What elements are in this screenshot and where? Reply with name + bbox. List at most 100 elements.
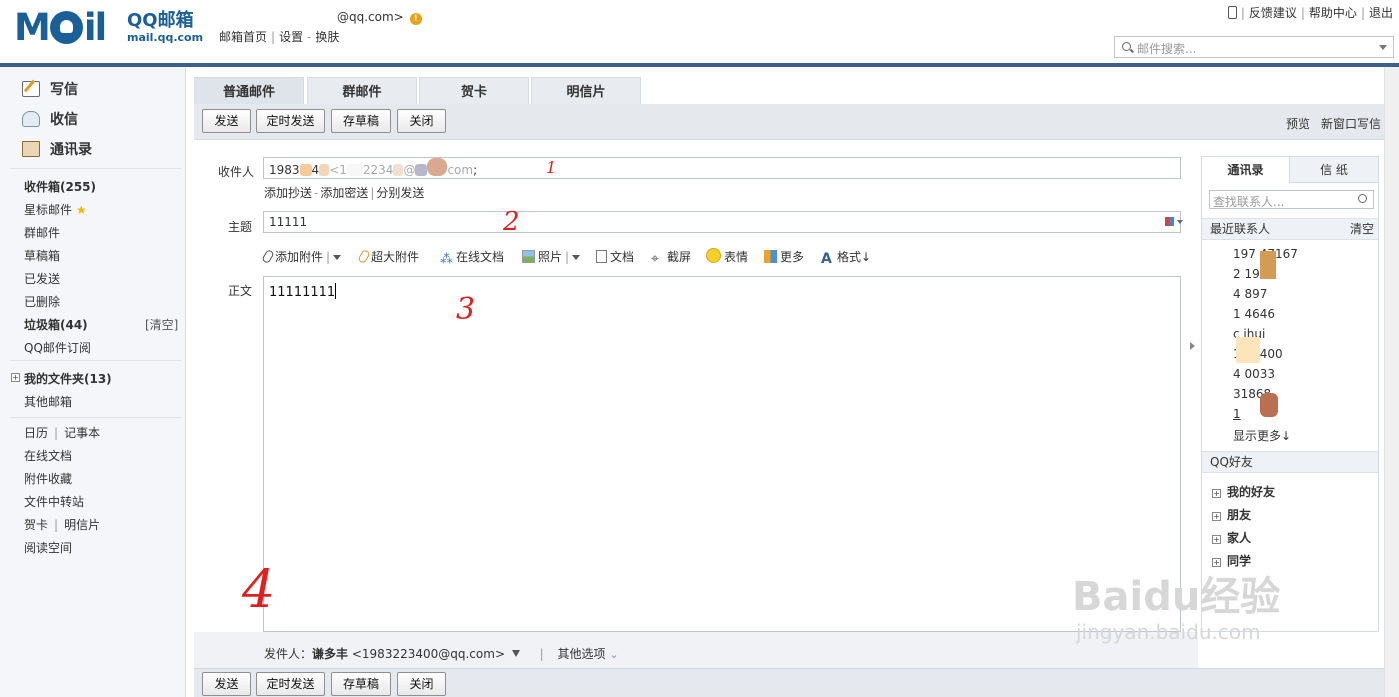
change-skin-link[interactable]: 换肤 (315, 30, 339, 44)
inbox-nav[interactable]: 收信 (22, 109, 78, 129)
sidebar-item-my-folders[interactable]: 我的文件夹(13) (24, 370, 112, 387)
save-draft-button[interactable]: 存草稿 (331, 109, 391, 133)
sidebar-item-drafts[interactable]: 草稿箱 (24, 247, 60, 264)
recipient-input[interactable]: 1983 4 <1 2234 @ com; (263, 157, 1181, 179)
sidebar-item-spam[interactable]: 垃圾箱(44) (24, 316, 88, 333)
document-label: 文档 (610, 250, 635, 264)
sender-dropdown-icon[interactable] (511, 650, 520, 657)
sidebar-item-subscriptions[interactable]: QQ邮件订阅 (24, 339, 91, 356)
baidu-jingyan-watermark: Baidu经验 jingyan.baidu.com (1072, 575, 1280, 645)
mail-search-input[interactable]: 邮件搜索... (1114, 36, 1394, 58)
emoji-button[interactable]: 表情 (706, 248, 748, 265)
greeting-card-link[interactable]: 贺卡 (24, 518, 48, 532)
mobile-phone-icon[interactable] (1227, 6, 1237, 19)
contact-item[interactable]: 4 0033 (1233, 367, 1275, 381)
clear-spam-link[interactable]: [清空] (145, 316, 178, 333)
recipient-part: <1 (329, 163, 347, 177)
send-button-bottom[interactable]: 发送 (202, 672, 251, 696)
account-email[interactable]: @qq.com> (337, 10, 404, 24)
screenshot-button[interactable]: ⌖ 截屏 (651, 248, 691, 266)
write-icon (22, 81, 40, 97)
search-dropdown-icon[interactable] (1379, 45, 1387, 50)
other-options-link[interactable]: 其他选项 (558, 647, 606, 661)
notebook-link[interactable]: 记事本 (64, 426, 100, 440)
new-window-compose-link[interactable]: 新窗口写信 (1321, 115, 1381, 132)
settings-link[interactable]: 设置 (279, 30, 303, 44)
separate-send-link[interactable]: 分别发送 (376, 186, 424, 200)
message-body-editor[interactable]: 11111111 (263, 276, 1181, 632)
contacts-nav[interactable]: 通讯录 (22, 139, 92, 159)
calendar-link[interactable]: 日历 (24, 426, 48, 440)
close-button-bottom[interactable]: 关闭 (397, 672, 446, 696)
blurred-block (427, 158, 448, 176)
contact-search-icon[interactable] (1358, 194, 1367, 203)
save-draft-button-bottom[interactable]: 存草稿 (331, 672, 391, 696)
document-button[interactable]: 文档 (596, 248, 634, 265)
attachment-dropdown-icon[interactable] (333, 255, 342, 260)
add-attachment-button[interactable]: 添加附件 | (261, 248, 342, 265)
tab-group-mail[interactable]: 群邮件 (307, 77, 417, 104)
warning-icon[interactable]: ! (409, 13, 422, 25)
feedback-link[interactable]: 反馈建议 (1249, 6, 1297, 20)
sidebar-item-deleted[interactable]: 已删除 (24, 293, 60, 310)
expand-options-icon[interactable]: ⌄ (609, 648, 618, 661)
contact-item[interactable]: 4 897 (1233, 287, 1267, 301)
show-more-contacts-link[interactable]: 显示更多↓ (1233, 427, 1291, 444)
header-divider (0, 63, 1399, 67)
group-family[interactable]: + 家人 (1212, 529, 1251, 546)
account-info: @qq.com>! (219, 10, 422, 25)
blurred-avatar (1236, 337, 1260, 363)
preview-link[interactable]: 预览 (1286, 115, 1310, 132)
subject-color-picker-icon[interactable] (1165, 217, 1183, 226)
group-classmates[interactable]: + 同学 (1212, 552, 1251, 569)
tab-greeting-card[interactable]: 贺卡 (419, 77, 529, 104)
photo-dropdown-icon[interactable] (572, 255, 581, 260)
sidebar-item-inbox[interactable]: 收件箱(255) (24, 178, 96, 195)
photo-button[interactable]: 照片 | (522, 248, 581, 265)
add-bcc-link[interactable]: 添加密送 (320, 186, 368, 200)
group-my-friends[interactable]: + 我的好友 (1212, 483, 1275, 500)
add-cc-link[interactable]: 添加抄送 (264, 186, 312, 200)
page-scrollbar[interactable] (1384, 67, 1399, 697)
close-button[interactable]: 关闭 (397, 109, 446, 133)
contact-item[interactable]: 1 4646 (1233, 307, 1275, 321)
postcard-link[interactable]: 明信片 (64, 518, 100, 532)
scheduled-send-button[interactable]: 定时发送 (256, 109, 325, 133)
tab-postcard[interactable]: 明信片 (531, 77, 641, 104)
contacts-label: 通讯录 (50, 142, 92, 158)
tab-normal-mail[interactable]: 普通邮件 (194, 77, 304, 104)
sidebar-item-group-mail[interactable]: 群邮件 (24, 224, 60, 241)
expand-folders-icon[interactable]: + (11, 373, 20, 382)
mailbox-home-link[interactable]: 邮箱首页 (219, 30, 267, 44)
recipient-part: @ (403, 163, 416, 177)
sidebar-item-starred[interactable]: 星标邮件 ★ (24, 201, 87, 218)
attachment-favorites-link[interactable]: 附件收藏 (24, 470, 72, 487)
smiley-icon (706, 248, 721, 263)
sender-email[interactable]: <1983223400@qq.com> (352, 647, 505, 661)
more-button[interactable]: 更多 (764, 248, 804, 265)
scheduled-send-button-bottom[interactable]: 定时发送 (256, 672, 325, 696)
clear-recent-link[interactable]: 清空 (1350, 219, 1374, 239)
send-button[interactable]: 发送 (202, 109, 251, 133)
blurred-avatar (1260, 251, 1276, 279)
group-friends[interactable]: + 朋友 (1212, 506, 1251, 523)
reading-space-link[interactable]: 阅读空间 (24, 539, 72, 556)
sidebar-divider (10, 417, 182, 418)
tab-stationery[interactable]: 信 纸 (1290, 157, 1378, 183)
help-center-link[interactable]: 帮助中心 (1309, 6, 1357, 20)
subject-input[interactable]: 11111 (263, 211, 1183, 233)
tab-contacts[interactable]: 通讯录 (1202, 157, 1290, 183)
contact-search-input[interactable]: 查找联系人... (1209, 190, 1374, 209)
logo-qq-mailbox: QQ邮箱 (127, 10, 194, 31)
sidebar-item-other-mailbox[interactable]: 其他邮箱 (24, 393, 72, 410)
collapse-panel-icon[interactable] (1190, 342, 1195, 350)
file-transfer-link[interactable]: 文件中转站 (24, 493, 84, 510)
format-button[interactable]: A 格式↓ (821, 248, 871, 266)
online-doc-button[interactable]: ⁂ 在线文档 (440, 248, 504, 266)
online-docs-link[interactable]: 在线文档 (24, 447, 72, 464)
compose-nav[interactable]: 写信 (22, 79, 78, 99)
sidebar-item-sent[interactable]: 已发送 (24, 270, 60, 287)
contact-item[interactable]: 1 (1233, 407, 1241, 421)
large-attachment-button[interactable]: 超大附件 (357, 248, 419, 265)
logout-link[interactable]: 退出 (1369, 6, 1393, 20)
